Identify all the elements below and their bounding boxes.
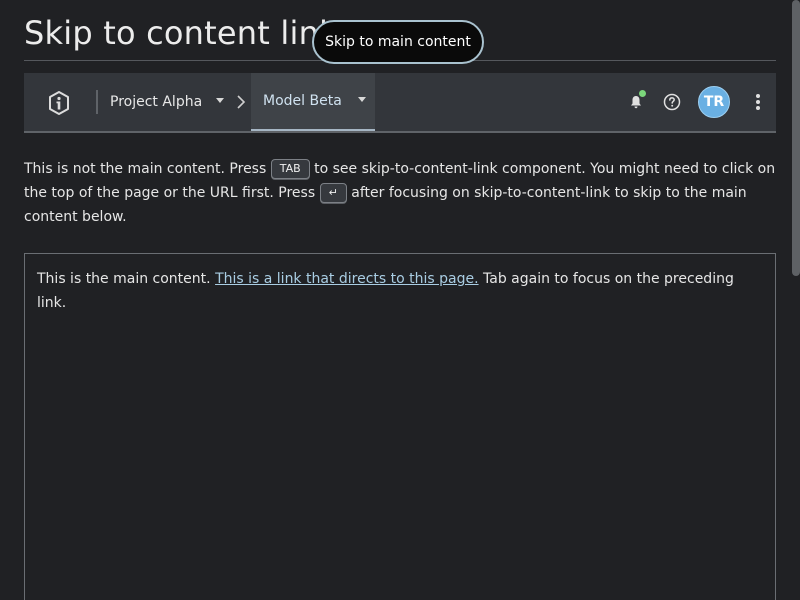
breadcrumb-model-menu[interactable]: Model Beta <box>251 73 375 131</box>
breadcrumb-model-label: Model Beta <box>263 93 342 109</box>
info-logo-icon[interactable] <box>44 88 74 118</box>
page: Skip to content link Project Alpha Model… <box>0 0 800 600</box>
intro-paragraph: This is not the main content. Press TAB … <box>24 157 776 229</box>
breadcrumb-project-menu[interactable]: Project Alpha <box>110 73 225 131</box>
scrollbar-thumb[interactable] <box>792 0 800 276</box>
page-scrollbar[interactable] <box>792 0 800 600</box>
help-button[interactable] <box>660 90 684 114</box>
page-title: Skip to content link <box>24 14 338 52</box>
main-text-before: This is the main content. <box>37 271 216 287</box>
header-divider <box>96 90 98 114</box>
kebab-menu-icon <box>756 94 760 110</box>
enter-key: ↵ <box>319 183 347 203</box>
more-menu-button[interactable] <box>746 90 770 114</box>
notification-dot <box>639 90 646 97</box>
intro-text-1: This is not the main content. Press <box>24 161 271 177</box>
main-content-link[interactable]: This is a link that directs to this page… <box>215 271 479 287</box>
notifications-button[interactable] <box>624 90 648 114</box>
caret-down-icon <box>216 97 225 103</box>
question-circle-icon <box>663 93 681 111</box>
chevron-right-icon <box>234 94 248 110</box>
main-content: This is the main content. This is a link… <box>24 253 776 600</box>
caret-down-icon <box>357 96 366 102</box>
tab-key: TAB <box>270 159 310 179</box>
app-header: Project Alpha Model Beta TR <box>24 73 776 133</box>
breadcrumb-project-label: Project Alpha <box>110 94 203 110</box>
avatar[interactable]: TR <box>698 86 730 118</box>
skip-to-main-content-link[interactable]: Skip to main content <box>312 20 484 64</box>
